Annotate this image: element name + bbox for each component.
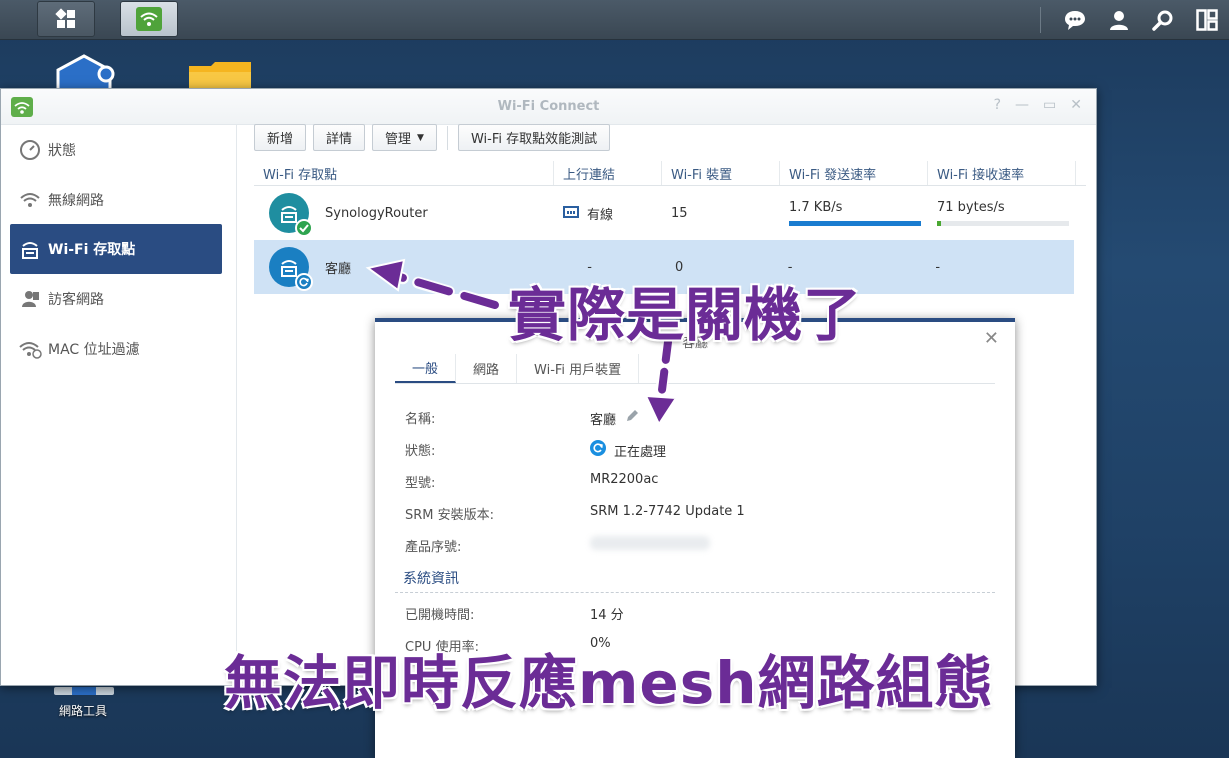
router-icon (269, 193, 313, 237)
help-icon[interactable]: ? (994, 97, 1001, 113)
taskbar (0, 0, 1229, 40)
caret-down-icon: ▼ (417, 132, 424, 143)
sidebar-item-mac-filter[interactable]: MAC 位址過濾 (10, 324, 222, 374)
column-header-devices[interactable]: Wi-Fi 裝置 (662, 161, 780, 185)
wifi-connect-taskbar-button[interactable] (120, 1, 178, 37)
chat-icon (1065, 11, 1085, 30)
sidebar-item-label: 狀態 (48, 143, 76, 159)
maximize-icon[interactable]: ▭ (1043, 97, 1056, 113)
taskbar-separator (1040, 7, 1041, 33)
gauge-icon (18, 138, 42, 162)
prop-serial: 產品序號: (405, 536, 965, 556)
close-icon[interactable]: ✕ (1070, 97, 1082, 113)
search-icon (1152, 10, 1173, 31)
rx-bar (937, 221, 1069, 226)
tab-network[interactable]: 網路 (456, 354, 518, 383)
toolbar: 新增 詳情 管理 ▼ Wi-Fi 存取點效能測試 (254, 124, 611, 152)
network-tool-icon (54, 687, 114, 695)
manage-label: 管理 (385, 132, 412, 147)
refresh-badge-icon (295, 273, 313, 291)
tx-value: 1.7 KB/s (789, 200, 843, 215)
ap-name: 客廳 (325, 261, 352, 277)
prop-status: 狀態: 正在處理 (405, 440, 965, 460)
user-button[interactable] (1097, 0, 1141, 40)
uptime-value: 14 分 (590, 608, 624, 623)
rx-value: 71 bytes/s (937, 200, 1005, 215)
model-value: MR2200ac (590, 472, 659, 487)
window-title: Wi-Fi Connect (497, 99, 600, 114)
tab-wifi-clients[interactable]: Wi-Fi 用戶裝置 (517, 354, 640, 383)
table-row[interactable]: SynologyRouter 有線 15 1.7 KB/s 71 bytes/s (254, 186, 1086, 240)
widgets-button[interactable] (1185, 0, 1229, 40)
minimize-icon[interactable]: — (1015, 97, 1029, 113)
tx-bar (789, 221, 921, 226)
access-point-icon (18, 237, 42, 261)
wifi-icon (18, 188, 42, 212)
refresh-icon (590, 440, 606, 460)
sidebar-item-access-points[interactable]: Wi-Fi 存取點 (10, 224, 222, 274)
sidebar-item-status[interactable]: 狀態 (10, 125, 222, 175)
system-info-section: 系統資訊 (395, 568, 995, 593)
prop-model: 型號: MR2200ac (405, 472, 659, 491)
prop-uptime: 已開機時間: 14 分 (405, 604, 965, 624)
annotation-shutdown: 實際是關機了 (508, 281, 863, 349)
window-titlebar[interactable]: Wi-Fi Connect ? — ▭ ✕ (1, 89, 1096, 125)
serial-blurred (590, 536, 710, 550)
column-header-rx[interactable]: Wi-Fi 接收速率 (928, 161, 1076, 185)
hexagon-network-icon (56, 54, 115, 96)
wired-icon (563, 204, 579, 222)
prop-srm-version: SRM 安裝版本: SRM 1.2-7742 Update 1 (405, 504, 745, 523)
widgets-icon (1196, 9, 1218, 31)
uplink-value: 有線 (587, 207, 614, 223)
column-header-uplink[interactable]: 上行連結 (554, 161, 662, 185)
search-button[interactable] (1141, 0, 1185, 40)
annotation-mesh: 無法即時反應mesh網路組態 (224, 649, 994, 717)
close-icon[interactable]: ✕ (984, 328, 999, 349)
rx-value: - (935, 259, 941, 275)
sidebar-item-guest-network[interactable]: 訪客網路 (10, 274, 222, 324)
sidebar-item-label: Wi-Fi 存取點 (48, 242, 136, 258)
grid-header: Wi-Fi 存取點 上行連結 Wi-Fi 裝置 Wi-Fi 發送速率 Wi-Fi… (254, 161, 1086, 186)
sidebar-item-wireless[interactable]: 無線網路 (10, 175, 222, 225)
network-tool-label: 網路工具 (58, 704, 107, 718)
satellite-icon (269, 247, 313, 291)
pencil-icon[interactable] (624, 408, 640, 428)
folder-icon (189, 62, 251, 90)
guest-icon (18, 287, 42, 311)
add-button[interactable]: 新增 (254, 124, 307, 151)
main-menu-button[interactable] (37, 1, 95, 37)
srm-value: SRM 1.2-7742 Update 1 (590, 504, 745, 519)
sidebar-item-label: MAC 位址過濾 (48, 342, 140, 358)
prop-name: 名稱: 客廳 (405, 408, 965, 428)
ap-name: SynologyRouter (325, 205, 428, 221)
chat-button[interactable] (1053, 0, 1097, 40)
toolbar-divider (446, 126, 448, 150)
tab-general[interactable]: 一般 (395, 354, 457, 383)
sidebar-item-label: 訪客網路 (48, 292, 104, 308)
status-value: 正在處理 (614, 444, 667, 460)
wifi-connect-app-icon (136, 7, 162, 31)
column-header-tx[interactable]: Wi-Fi 發送速率 (780, 161, 928, 185)
desktop-network-tool-icon[interactable] (54, 686, 114, 701)
details-button[interactable]: 詳情 (313, 124, 366, 151)
devices-value: 15 (671, 205, 688, 221)
sidebar: 狀態 無線網路 Wi-Fi 存取點 訪客網路 MAC 位址過濾 (1, 125, 237, 685)
user-icon (1110, 11, 1128, 30)
panel-tabs: 一般 網路 Wi-Fi 用戶裝置 (395, 354, 995, 384)
wifi-filter-icon (18, 337, 42, 361)
name-value: 客廳 (590, 412, 617, 428)
manage-button[interactable]: 管理 ▼ (372, 124, 437, 151)
sidebar-item-label: 無線網路 (48, 193, 104, 209)
check-badge-icon (295, 219, 313, 237)
speed-test-button[interactable]: Wi-Fi 存取點效能測試 (457, 124, 611, 151)
column-header-ap[interactable]: Wi-Fi 存取點 (254, 161, 554, 185)
main-menu-icon (55, 8, 75, 28)
